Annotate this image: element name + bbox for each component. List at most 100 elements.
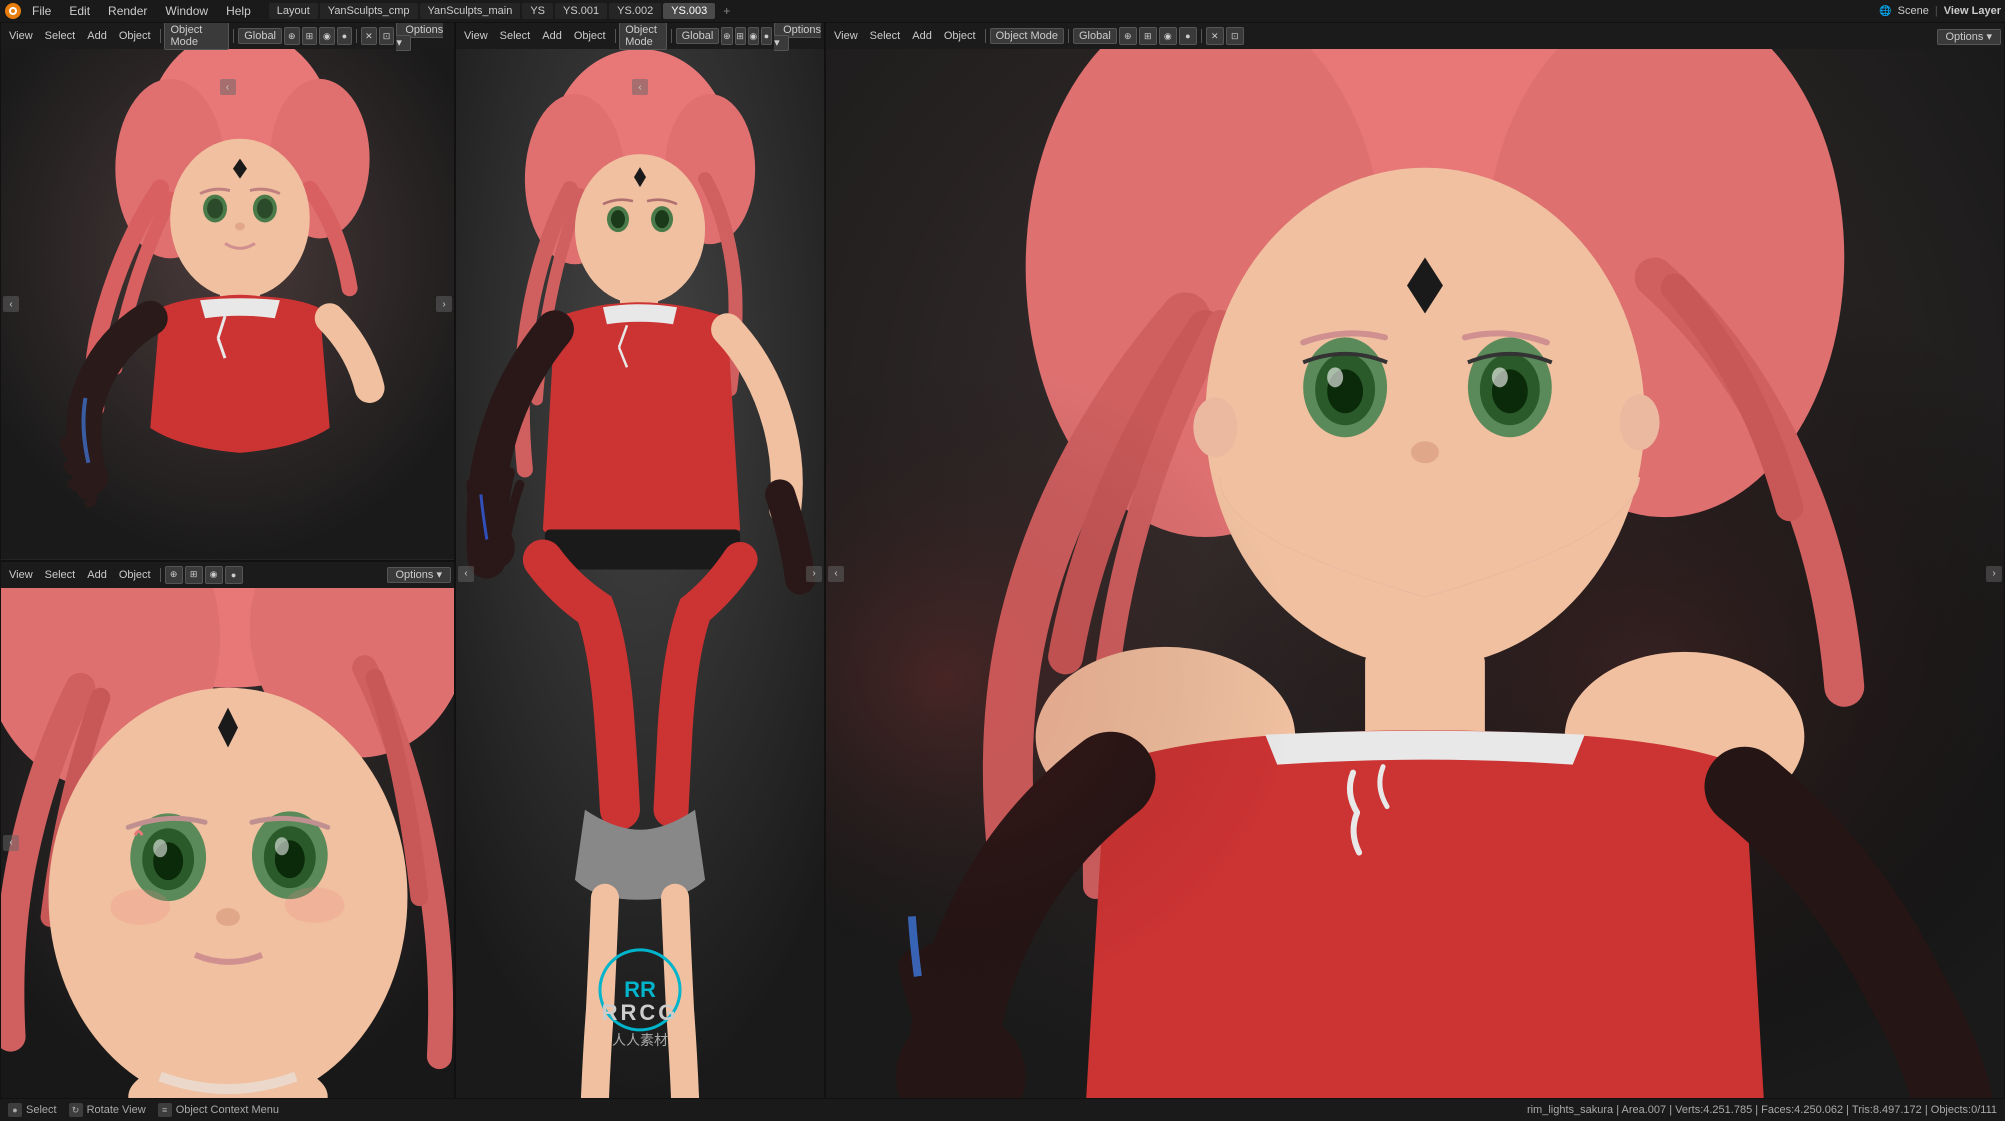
p4-select-btn[interactable]: Select — [40, 568, 81, 582]
p2-global-btn[interactable]: Global — [676, 28, 720, 44]
status-stats: rim_lights_sakura | Area.007 | Verts:4.2… — [1527, 1104, 1997, 1116]
p4-overlay-icon[interactable]: ◉ — [205, 566, 223, 584]
p3-mode2-icon[interactable]: ⊡ — [1226, 27, 1244, 45]
p3-snap-icon[interactable]: ⊞ — [1139, 27, 1157, 45]
p1-sep1 — [160, 29, 161, 43]
p4-snap-icon[interactable]: ⊞ — [185, 566, 203, 584]
scene-label: Scene — [1898, 5, 1929, 17]
panel4-render — [1, 588, 454, 1099]
p1-select-btn[interactable]: Select — [40, 29, 81, 43]
p2-select-btn[interactable]: Select — [495, 29, 536, 43]
svg-text:RRCG: RRCG — [602, 1000, 679, 1025]
tab-yansculpts-main[interactable]: YanSculpts_main — [420, 3, 521, 19]
p3-mode-btn[interactable]: Object Mode — [990, 28, 1064, 44]
tab-ys003[interactable]: YS.003 — [663, 3, 715, 19]
p1-global-btn[interactable]: Global — [238, 28, 282, 44]
p4-shading-icon[interactable]: ● — [225, 566, 243, 584]
add-workspace-button[interactable]: + — [717, 2, 736, 20]
p4-transform-icon[interactable]: ⊕ — [165, 566, 183, 584]
status-bar: ● Select ↻ Rotate View ≡ Object Context … — [0, 1099, 2005, 1121]
panel2-render: RR RRCG 人人素材 — [456, 49, 824, 1098]
p1-options-btn[interactable]: Options ▾ — [396, 22, 443, 51]
p1-overlay-icon[interactable]: ◉ — [319, 27, 335, 45]
p1-snap-icon[interactable]: ⊞ — [302, 27, 318, 45]
p3-shading-icon[interactable]: ● — [1179, 27, 1197, 45]
p3-sep1 — [985, 29, 986, 43]
p3-options-btn[interactable]: Options ▾ — [1937, 29, 2002, 45]
p3-object-btn[interactable]: Object — [939, 29, 981, 43]
context-label: Object Context Menu — [176, 1104, 279, 1116]
tab-ys002[interactable]: YS.002 — [609, 3, 661, 19]
p3-select-btn[interactable]: Select — [865, 29, 906, 43]
p1-xray-icon[interactable]: ✕ — [361, 27, 377, 45]
p2-nav-top[interactable]: ‹ — [632, 79, 648, 95]
p1-view-btn[interactable]: View — [4, 29, 38, 43]
p3-view-btn[interactable]: View — [829, 29, 863, 43]
menu-help[interactable]: Help — [218, 2, 259, 20]
p3-sep2 — [1068, 29, 1069, 43]
panel4-content: ‹ — [1, 588, 454, 1099]
tab-yansculpts-cmp[interactable]: YanSculpts_cmp — [320, 3, 418, 19]
status-context: ≡ Object Context Menu — [158, 1103, 279, 1117]
p1-mode-btn[interactable]: Object Mode — [164, 22, 229, 50]
p2-object-btn[interactable]: Object — [569, 29, 611, 43]
p3-global-btn[interactable]: Global — [1073, 28, 1117, 44]
p1-right: Options ▾ — [396, 24, 451, 49]
p4-sep1 — [160, 568, 161, 582]
p3-nav-left[interactable]: ‹ — [828, 566, 844, 582]
tab-ys001[interactable]: YS.001 — [555, 3, 607, 19]
menu-file[interactable]: File — [24, 2, 59, 20]
p3-right: Options ▾ — [1937, 30, 2002, 43]
p2-add-btn[interactable]: Add — [537, 29, 567, 43]
panel3-toolbar: View Select Add Object Object Mode Globa… — [826, 23, 2004, 49]
p1-transform-icon[interactable]: ⊕ — [284, 27, 300, 45]
panel1-toolbar: View Select Add Object Object Mode Globa… — [1, 23, 454, 49]
blender-logo-icon — [4, 2, 22, 20]
p2-nav-left[interactable]: ‹ — [458, 566, 474, 582]
p4-add-btn[interactable]: Add — [82, 568, 112, 582]
p4-nav-left[interactable]: ‹ — [3, 835, 19, 851]
select-label: Select — [26, 1104, 57, 1116]
p4-view-btn[interactable]: View — [4, 568, 38, 582]
header-right: 🌐 Scene | View Layer — [1879, 5, 2001, 17]
tab-ys[interactable]: YS — [522, 3, 553, 19]
panel2-content: RR RRCG 人人素材 ‹ › ‹ — [456, 49, 824, 1098]
panel-top-middle: View Select Add Object Object Mode Globa… — [455, 22, 825, 1099]
p2-transform-icon[interactable]: ⊕ — [721, 27, 732, 45]
panel-right: View Select Add Object Object Mode Globa… — [825, 22, 2005, 1099]
menu-render[interactable]: Render — [100, 2, 155, 20]
p2-shading-icon[interactable]: ● — [761, 27, 772, 45]
p3-xray-icon[interactable]: ✕ — [1206, 27, 1224, 45]
context-icon: ≡ — [158, 1103, 172, 1117]
p2-mode-btn[interactable]: Object Mode — [619, 22, 667, 50]
svg-text:人人素材: 人人素材 — [612, 1032, 668, 1048]
panel2-toolbar: View Select Add Object Object Mode Globa… — [456, 23, 824, 49]
p1-object-btn[interactable]: Object — [114, 29, 156, 43]
panel3-content: ‹ › — [826, 49, 2004, 1098]
p1-nav-left[interactable]: ‹ — [3, 296, 19, 312]
p2-view-btn[interactable]: View — [459, 29, 493, 43]
p3-overlay-icon[interactable]: ◉ — [1159, 27, 1177, 45]
p1-nav-right[interactable]: › — [436, 296, 452, 312]
p2-overlay-icon[interactable]: ◉ — [748, 27, 759, 45]
p2-sep1 — [615, 29, 616, 43]
p1-nav-top[interactable]: ‹ — [220, 79, 236, 95]
p2-nav-right[interactable]: › — [806, 566, 822, 582]
p1-add-btn[interactable]: Add — [82, 29, 112, 43]
status-select: ● Select — [8, 1103, 57, 1117]
p1-mode2-icon[interactable]: ⊡ — [379, 27, 395, 45]
p3-nav-right[interactable]: › — [1986, 566, 2002, 582]
menu-edit[interactable]: Edit — [61, 2, 98, 20]
p2-options-btn[interactable]: Options ▾ — [774, 22, 821, 51]
tab-layout[interactable]: Layout — [269, 3, 318, 19]
p3-add-btn[interactable]: Add — [907, 29, 937, 43]
p2-snap-icon[interactable]: ⊞ — [735, 27, 746, 45]
p1-shading-icon[interactable]: ● — [337, 27, 353, 45]
p3-transform-icon[interactable]: ⊕ — [1119, 27, 1137, 45]
panel-top-left: View Select Add Object Object Mode Globa… — [0, 22, 455, 561]
p4-right: Options ▾ — [387, 568, 452, 581]
p4-options-btn[interactable]: Options ▾ — [387, 567, 452, 583]
p4-object-btn[interactable]: Object — [114, 568, 156, 582]
panel4-toolbar: View Select Add Object ⊕ ⊞ ◉ ● Options ▾ — [1, 562, 454, 588]
menu-window[interactable]: Window — [157, 2, 216, 20]
